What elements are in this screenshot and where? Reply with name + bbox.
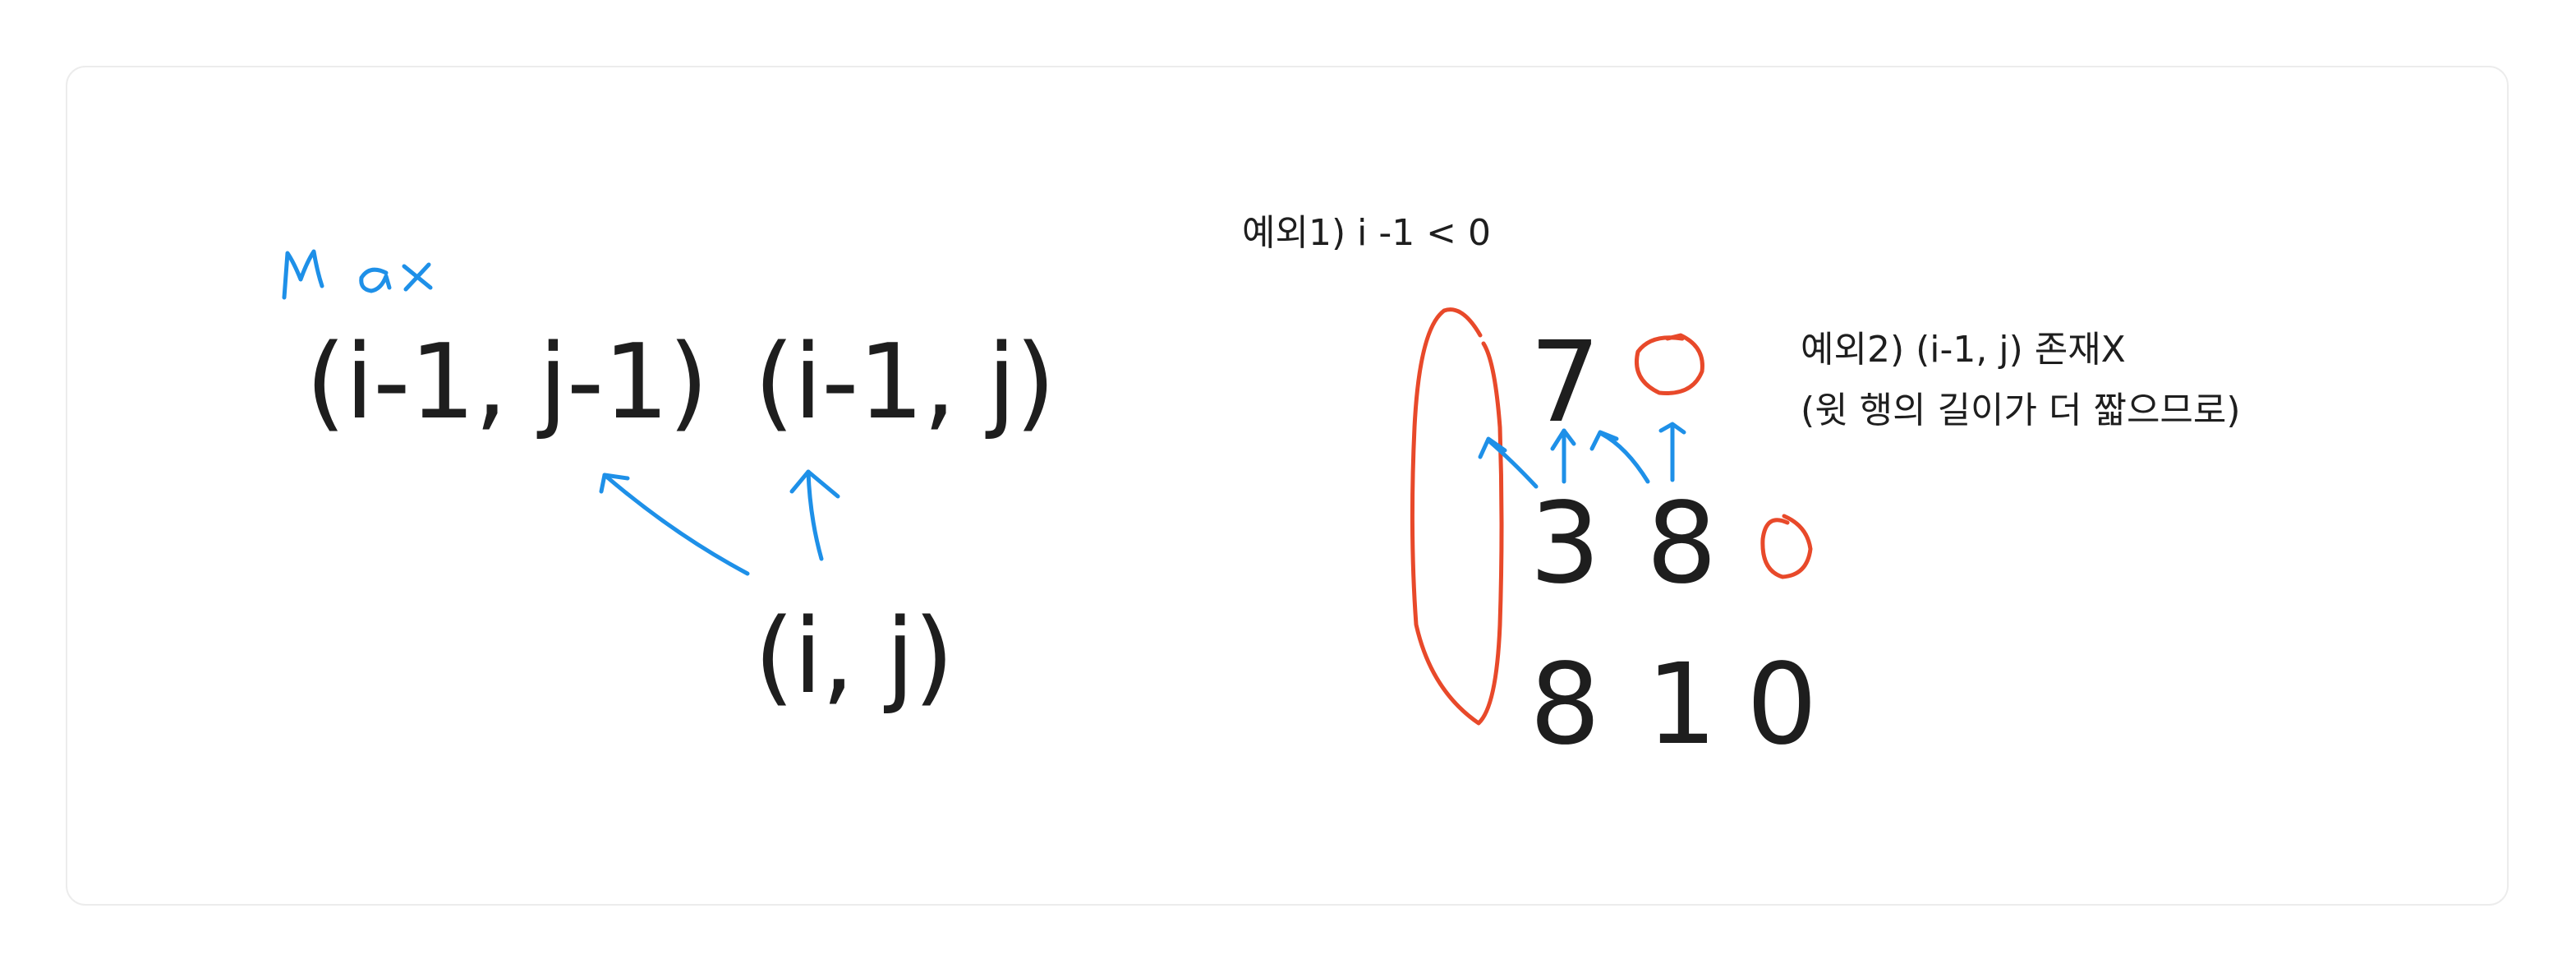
exception-1-label: 예외1) i -1 < 0 bbox=[1242, 212, 1492, 254]
exception-2-reason: (윗 행의 길이가 더 짧으므로) bbox=[1801, 390, 2241, 431]
exception-2-label: 예외2) (i-1, j) 존재X bbox=[1801, 329, 2126, 371]
cell-current: (i, j) bbox=[754, 596, 954, 717]
whiteboard-canvas bbox=[66, 66, 2509, 906]
triangle-r3-c2: 1 bbox=[1646, 640, 1718, 770]
triangle-r3-c1: 8 bbox=[1530, 640, 1601, 770]
cell-top-left: (i-1, j-1) bbox=[306, 321, 709, 442]
triangle-r3-c3: 0 bbox=[1746, 640, 1818, 770]
triangle-r2-c1: 3 bbox=[1530, 479, 1601, 609]
triangle-r1-c1: 7 bbox=[1530, 318, 1601, 448]
cell-top-right: (i-1, j) bbox=[754, 321, 1056, 442]
triangle-r2-c2: 8 bbox=[1646, 479, 1718, 609]
